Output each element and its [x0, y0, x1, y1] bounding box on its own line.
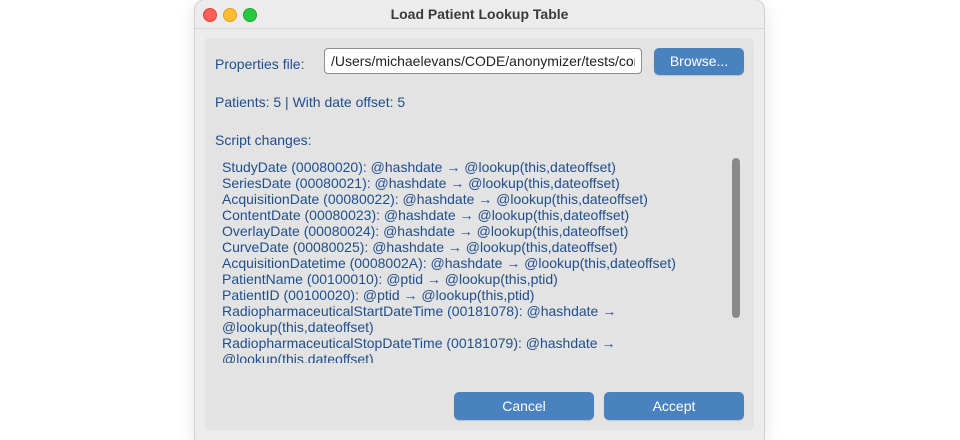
change-line: @lookup(this,dateoffset) [222, 319, 374, 335]
change-line: ContentDate (00080023): @hashdate → @loo… [222, 207, 630, 223]
patient-stats: Patients: 5 | With date offset: 5 [215, 94, 406, 110]
change-line: PatientName (00100010): @ptid → @lookup(… [222, 271, 558, 287]
change-line: OverlayDate (00080024): @hashdate → @loo… [222, 223, 629, 239]
properties-file-label: Properties file: [215, 56, 305, 72]
changes-scrollbar[interactable] [732, 158, 740, 318]
change-line: CurveDate (00080025): @hashdate → @looku… [222, 239, 618, 255]
change-line: @lookup(this,dateoffset) [222, 351, 374, 363]
change-line: AcquisitionDatetime (0008002A): @hashdat… [222, 255, 676, 271]
change-line: PatientID (00100020): @ptid → @lookup(th… [222, 287, 535, 303]
change-line: RadiopharmaceuticalStartDateTime (001810… [222, 303, 617, 319]
properties-file-input[interactable] [324, 48, 642, 74]
window-title: Load Patient Lookup Table [390, 6, 569, 22]
title-bar: Load Patient Lookup Table [195, 0, 764, 29]
browse-button[interactable]: Browse... [654, 48, 744, 75]
script-changes-list: StudyDate (00080020): @hashdate → @looku… [222, 159, 722, 363]
content-panel: Properties file: Browse... Patients: 5 |… [205, 38, 754, 430]
change-line: SeriesDate (00080021): @hashdate → @look… [222, 175, 620, 191]
script-changes-label: Script changes: [215, 132, 312, 148]
dialog-window: Load Patient Lookup Table Properties fil… [195, 0, 764, 440]
change-line: AcquisitionDate (00080022): @hashdate → … [222, 191, 648, 207]
change-line: RadiopharmaceuticalStopDateTime (0018107… [222, 335, 616, 351]
change-line: StudyDate (00080020): @hashdate → @looku… [222, 159, 616, 175]
cancel-button[interactable]: Cancel [454, 392, 594, 420]
accept-button[interactable]: Accept [604, 392, 744, 420]
